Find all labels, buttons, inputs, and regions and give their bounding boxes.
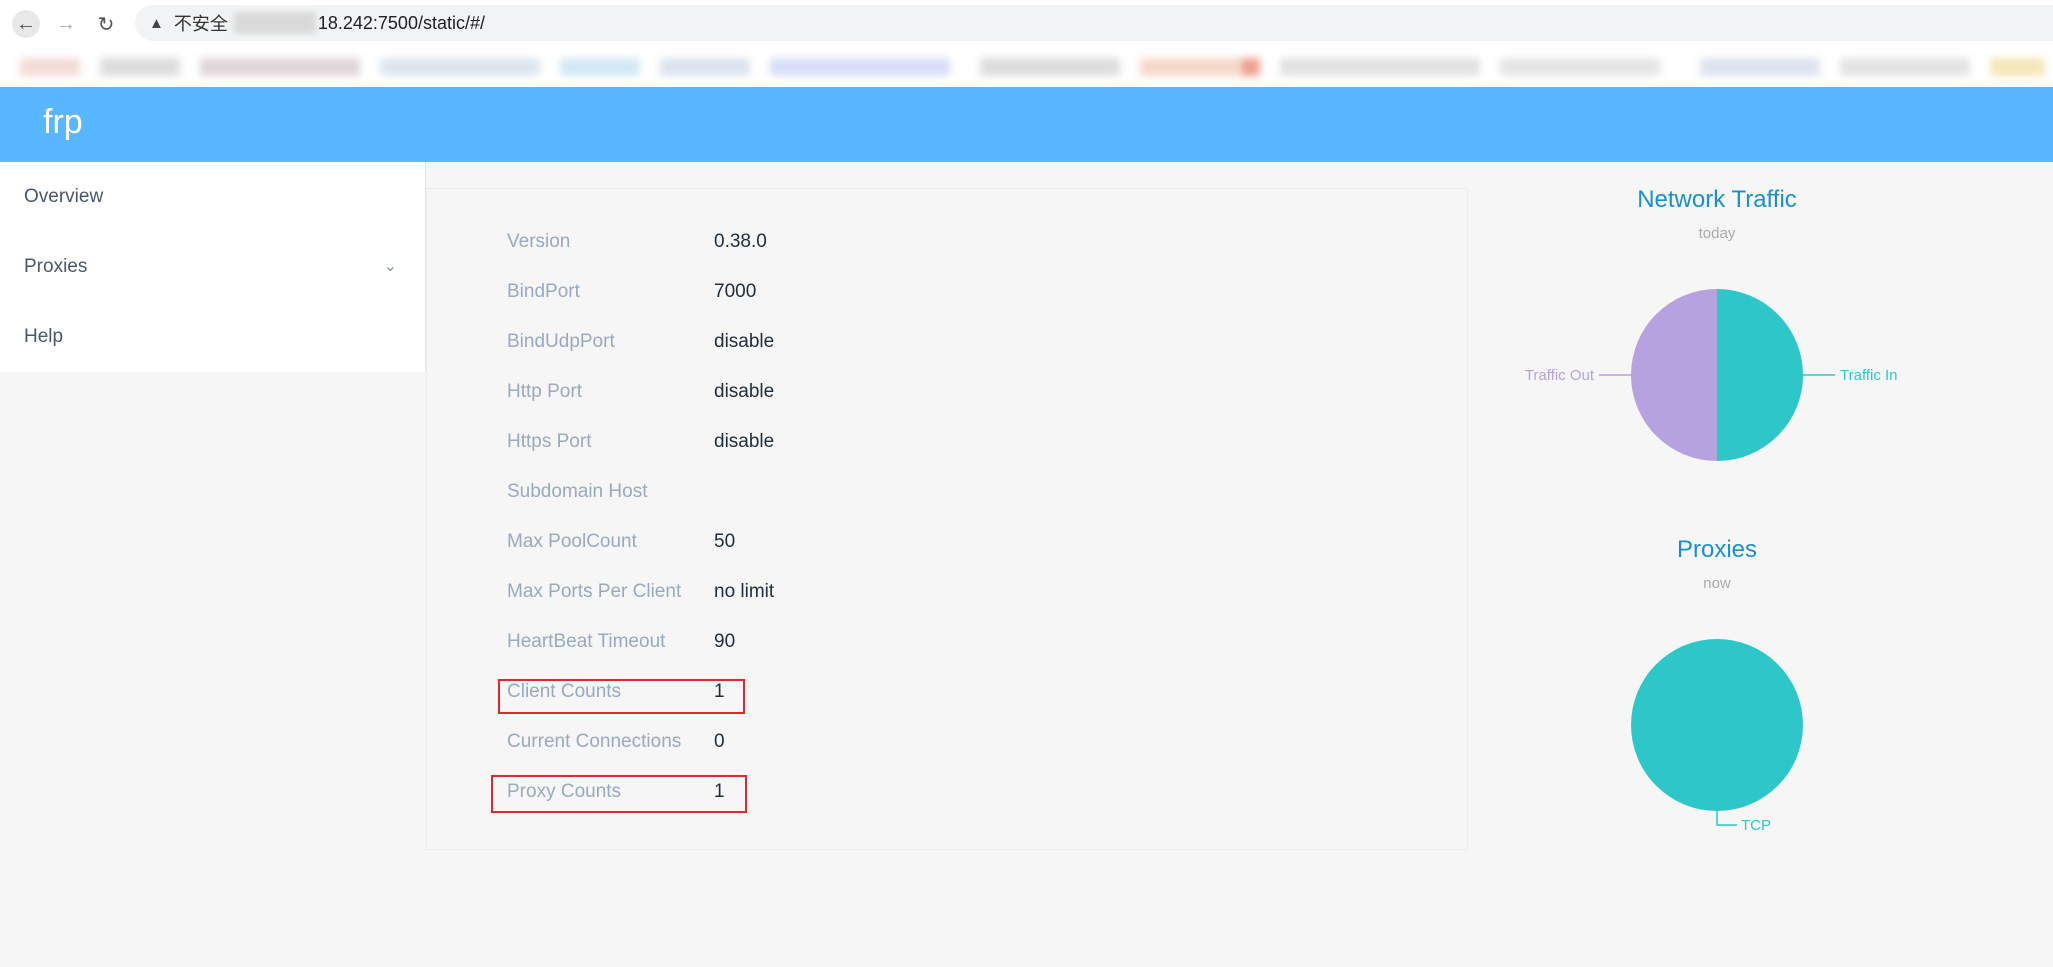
warning-icon: ▲ <box>149 14 164 32</box>
sidebar-item-help[interactable]: Help <box>0 302 425 372</box>
chevron-down-icon: ⌄ <box>383 258 397 275</box>
pie-slice-traffic-in[interactable] <box>1717 289 1803 461</box>
chart-subtitle-proxies: now <box>1703 575 1731 592</box>
info-label: BindUdpPort <box>507 331 615 352</box>
redacted-host <box>233 12 316 34</box>
bookmark-item[interactable] <box>770 58 950 76</box>
info-label: Https Port <box>507 431 592 452</box>
security-label: 不安全 <box>173 14 228 34</box>
highlight-box-proxy-counts <box>491 775 747 813</box>
pie-leader-line <box>1716 811 1737 826</box>
bookmark-item[interactable] <box>380 58 540 76</box>
bookmark-item[interactable] <box>560 58 640 76</box>
bookmark-item[interactable] <box>1840 58 1970 76</box>
sidebar-item-overview[interactable]: Overview <box>0 162 425 232</box>
app-header: frp <box>0 87 2053 162</box>
pie-slice-traffic-out[interactable] <box>1631 289 1717 461</box>
pie-label-tcp: TCP <box>1741 817 1771 834</box>
sidebar-item-label: Proxies <box>24 256 88 277</box>
sidebar-item-label: Help <box>24 326 64 347</box>
info-value: disable <box>714 431 775 452</box>
info-value: disable <box>714 381 775 402</box>
chart-title-network-traffic: Network Traffic <box>1637 186 1797 213</box>
info-label: Version <box>507 231 571 252</box>
info-label: HeartBeat Timeout <box>507 631 666 652</box>
bookmark-item[interactable] <box>1240 58 1260 76</box>
sidebar-menu: Overview Proxies ⌄ Help <box>0 162 426 372</box>
info-value: disable <box>714 331 775 352</box>
bookmark-item[interactable] <box>200 58 360 76</box>
bookmark-item[interactable] <box>100 58 180 76</box>
browser-toolbar: ← → ↻ ▲ 不安全 18.242:7500/static/#/ <box>0 0 2053 45</box>
pie-slice-tcp[interactable] <box>1631 639 1803 811</box>
info-label: Max Ports Per Client <box>507 581 682 602</box>
chart-title-proxies: Proxies <box>1676 536 1758 563</box>
reload-icon[interactable]: ↻ <box>92 10 120 38</box>
info-value: no limit <box>714 581 775 602</box>
back-arrow-icon[interactable]: ← <box>12 10 40 38</box>
bookmark-item[interactable] <box>1500 58 1660 76</box>
info-label: Http Port <box>507 381 582 402</box>
info-value: 0 <box>714 731 725 752</box>
bookmark-item[interactable] <box>1280 58 1480 76</box>
pie-label-traffic-in: Traffic In <box>1840 367 1898 384</box>
url-text: 18.242:7500/static/#/ <box>317 12 485 33</box>
info-value: 0.38.0 <box>714 231 767 252</box>
sidebar-item-label: Overview <box>24 186 104 207</box>
bookmark-item[interactable] <box>660 58 750 76</box>
server-info-panel: Version 0.38.0 BindPort 7000 BindUdpPort… <box>426 188 1468 850</box>
info-label: BindPort <box>507 281 580 302</box>
bookmark-item[interactable] <box>980 58 1120 76</box>
address-bar[interactable]: ▲ 不安全 18.242:7500/static/#/ <box>135 5 2053 41</box>
bookmark-item[interactable] <box>1990 58 2045 76</box>
highlight-box-client-counts <box>498 679 745 714</box>
bookmark-item[interactable] <box>1140 58 1240 76</box>
sidebar-item-proxies[interactable]: Proxies ⌄ <box>0 232 425 302</box>
info-label: Subdomain Host <box>507 481 648 502</box>
bookmarks-bar <box>0 45 2053 87</box>
info-value: 50 <box>714 531 736 552</box>
bookmark-item[interactable] <box>1700 58 1820 76</box>
info-label: Current Connections <box>507 731 682 752</box>
chart-subtitle-network-traffic: today <box>1698 225 1736 242</box>
bookmark-item[interactable] <box>20 58 80 76</box>
info-label: Max PoolCount <box>507 531 637 552</box>
pie-label-traffic-out: Traffic Out <box>1525 367 1595 384</box>
info-value: 7000 <box>714 281 757 302</box>
brand-logo[interactable]: frp <box>43 103 83 142</box>
info-value: 90 <box>714 631 736 652</box>
forward-arrow-icon[interactable]: → <box>52 10 80 38</box>
